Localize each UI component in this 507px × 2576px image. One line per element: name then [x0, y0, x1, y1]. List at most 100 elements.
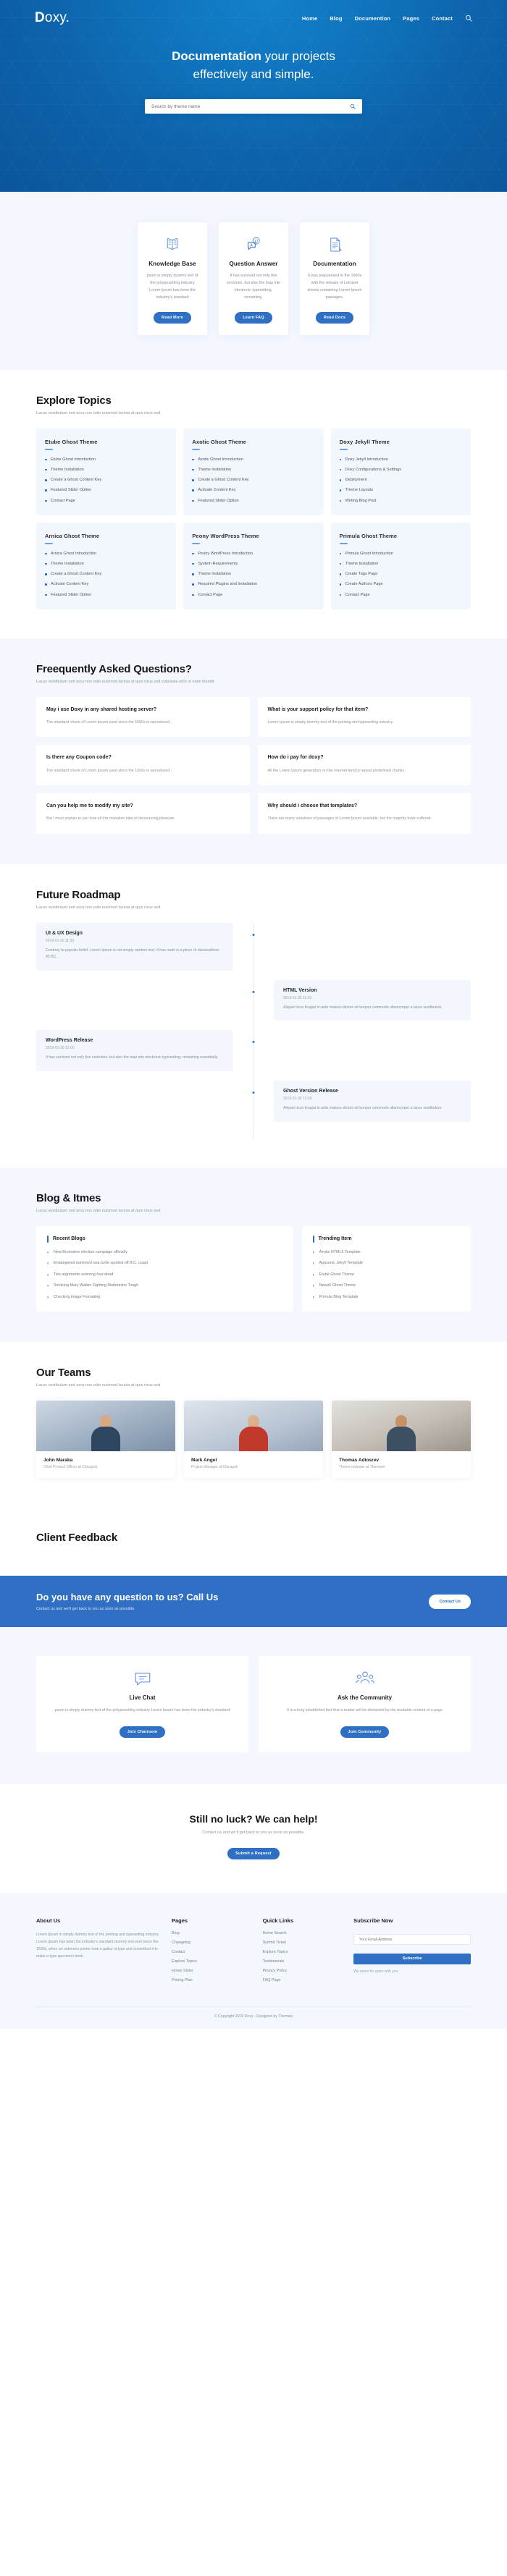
- site-logo[interactable]: Doxy.: [35, 10, 70, 26]
- list-item[interactable]: Etube Ghost Theme: [313, 1272, 460, 1278]
- learn-faq-button[interactable]: Learn FAQ: [235, 312, 272, 324]
- member-role: Project Manager at Chicagok: [191, 1465, 238, 1470]
- list-item[interactable]: News5 Ghost Theme: [313, 1283, 460, 1289]
- nav-item-pages[interactable]: Pages: [403, 15, 419, 22]
- section-header: Our Teams Lacus vestibulum sed arcu non …: [36, 1367, 471, 1388]
- list-item[interactable]: Featured Slider Option: [45, 488, 167, 493]
- section-subtitle: Lacus vestibulum sed arcu non odio euism…: [36, 905, 161, 910]
- nav-item-documention[interactable]: Documention: [355, 15, 391, 22]
- list-item[interactable]: Pricing Plan: [172, 1978, 253, 1982]
- list-item[interactable]: Create a Ghost Content Key: [45, 572, 167, 577]
- list-item[interactable]: Create Tags Page: [339, 572, 462, 577]
- list-item[interactable]: Testimonials: [263, 1959, 344, 1964]
- list-item[interactable]: Theme Installation: [192, 572, 314, 577]
- card-header: Trending Item: [312, 1235, 460, 1243]
- list-item[interactable]: Etube Ghost Introduction: [45, 457, 167, 463]
- list-item[interactable]: Axotic HTML5 Template: [313, 1249, 460, 1256]
- list-item[interactable]: Peony WordPress Introduction: [192, 552, 314, 557]
- roadmap-item-desc: Aliquet risus feugiat in ante malesu dic…: [283, 1005, 443, 1010]
- logo-rest: oxy.: [44, 10, 70, 25]
- list-item[interactable]: Theme Installation: [339, 562, 462, 567]
- svg-text:A: A: [250, 243, 253, 248]
- search-icon[interactable]: [350, 104, 356, 110]
- list-item[interactable]: Smoking Mary Watkin Fighting Madonnine T…: [47, 1283, 282, 1289]
- faq-question: Is there any Coupon code?: [46, 755, 112, 761]
- community-card: Ask the Community It is a long establish…: [259, 1656, 471, 1752]
- topic-card: Axotic Ghost Theme Axotic Ghost Introduc…: [183, 428, 324, 515]
- roadmap-item-title: WordPress Release: [46, 1038, 93, 1044]
- nav-item-home[interactable]: Home: [302, 15, 317, 22]
- list-item[interactable]: Appsonic Jekyll Template: [313, 1260, 460, 1267]
- read-more-button[interactable]: Read More: [154, 312, 191, 324]
- card-header: Recent Blogs: [47, 1235, 282, 1243]
- roadmap-row: WordPress Release 2019-01-30 12:00 It ha…: [36, 1030, 471, 1072]
- list-item[interactable]: Axotic Ghost Introduction: [192, 457, 314, 463]
- list-item[interactable]: Home Search: [263, 1931, 344, 1935]
- list-item[interactable]: Contact: [172, 1950, 253, 1954]
- subscribe-button[interactable]: Subscribe: [353, 1953, 471, 1964]
- list-item[interactable]: Primula Blog Template: [313, 1294, 460, 1301]
- list-item[interactable]: System Requirements: [192, 562, 314, 567]
- list-item[interactable]: Theme Layouts: [339, 488, 462, 493]
- list-item[interactable]: Explore Topics: [172, 1959, 253, 1964]
- list-item[interactable]: Submit Ticket: [263, 1941, 344, 1945]
- list-item[interactable]: Explore Topics: [263, 1950, 344, 1954]
- logo-initial: D: [35, 10, 45, 25]
- list-item[interactable]: Activate Content Key: [45, 582, 167, 587]
- list-item[interactable]: Blog: [172, 1931, 253, 1935]
- list-item[interactable]: Theme Installation: [45, 468, 167, 473]
- section-subtitle: Lacus vestibulum sed arcu non odio euism…: [36, 679, 214, 684]
- email-field[interactable]: [353, 1934, 471, 1946]
- list-item[interactable]: Theme Installation: [45, 562, 167, 567]
- list-item[interactable]: New Brumwine election campaign officiall…: [47, 1249, 282, 1256]
- submit-request-button[interactable]: Submit a Request: [227, 1847, 280, 1859]
- page-title: Client Feedback: [36, 1532, 118, 1545]
- nav-item-contact[interactable]: Contact: [432, 15, 453, 22]
- list-item[interactable]: Required Plugins and Installation: [192, 582, 314, 587]
- list-item[interactable]: Activate Content Key: [192, 488, 314, 493]
- list-item[interactable]: Featured Slider Option: [45, 593, 167, 598]
- list-item[interactable]: Home Slider: [172, 1969, 253, 1973]
- list-item[interactable]: Changelog: [172, 1941, 253, 1945]
- list-item[interactable]: Create Authors Page: [339, 582, 462, 587]
- list-item[interactable]: Featured Slider Option: [192, 499, 314, 504]
- search-icon[interactable]: [465, 14, 472, 22]
- list-item[interactable]: Writing Blog Post: [339, 499, 462, 504]
- list-item[interactable]: Arnica Ghost Introduction: [45, 552, 167, 557]
- list-item[interactable]: Doxy Jekyll Introduction: [339, 457, 462, 463]
- divider: [339, 449, 348, 450]
- list-item[interactable]: Create a Ghost Content Key: [45, 478, 167, 483]
- list-item[interactable]: Doxy Configurations & Settings: [339, 468, 462, 473]
- join-community-button[interactable]: Join Community: [340, 1726, 390, 1738]
- list-item[interactable]: Endangered rainforest sea turtle spotted…: [47, 1260, 282, 1267]
- page-title: Still no luck? We can help!: [189, 1812, 318, 1825]
- roadmap-item-title: UI & UX Design: [46, 930, 83, 936]
- roadmap-row: HTML Version 2019-01-30 11:30 Aliquet ri…: [36, 979, 471, 1021]
- nav-item-blog[interactable]: Blog: [330, 15, 342, 22]
- timeline-dot: [251, 932, 256, 937]
- hero-search-box[interactable]: [145, 99, 362, 114]
- list-item[interactable]: Primula Ghost Introduction: [339, 552, 462, 557]
- contact-us-button[interactable]: Contact Us: [429, 1594, 471, 1609]
- accent-bar-icon: [47, 1235, 49, 1243]
- list-item[interactable]: Create a Ghost Content Key: [192, 478, 314, 483]
- join-chatroom-button[interactable]: Join Chatroom: [119, 1726, 166, 1738]
- section-header: Client Feedback: [36, 1532, 471, 1544]
- divider: [339, 542, 348, 544]
- faq-question: Why should i choose that templates?: [267, 803, 358, 808]
- list-item[interactable]: Deployment: [339, 478, 462, 483]
- list-item[interactable]: FAQ Page: [263, 1978, 344, 1982]
- list-item[interactable]: Contact Page: [45, 499, 167, 504]
- list-item[interactable]: Checking image Formating: [47, 1294, 282, 1301]
- search-input[interactable]: [151, 104, 350, 109]
- feature-title: Question Answer: [229, 261, 278, 267]
- person-illustration: [239, 1415, 268, 1452]
- list-item[interactable]: Privacy Policy: [263, 1969, 344, 1973]
- list-item[interactable]: Contact Page: [192, 593, 314, 598]
- list-item[interactable]: Theme Installation: [192, 468, 314, 473]
- list-item[interactable]: Two arguments entering four dead: [47, 1272, 282, 1278]
- list-item[interactable]: Contact Page: [339, 593, 462, 598]
- read-docs-button[interactable]: Read Docs: [315, 312, 354, 324]
- topic-card: Doxy Jekyll Theme Doxy Jekyll Introducti…: [330, 428, 471, 515]
- roadmap-item: WordPress Release 2019-01-30 12:00 It ha…: [36, 1030, 233, 1072]
